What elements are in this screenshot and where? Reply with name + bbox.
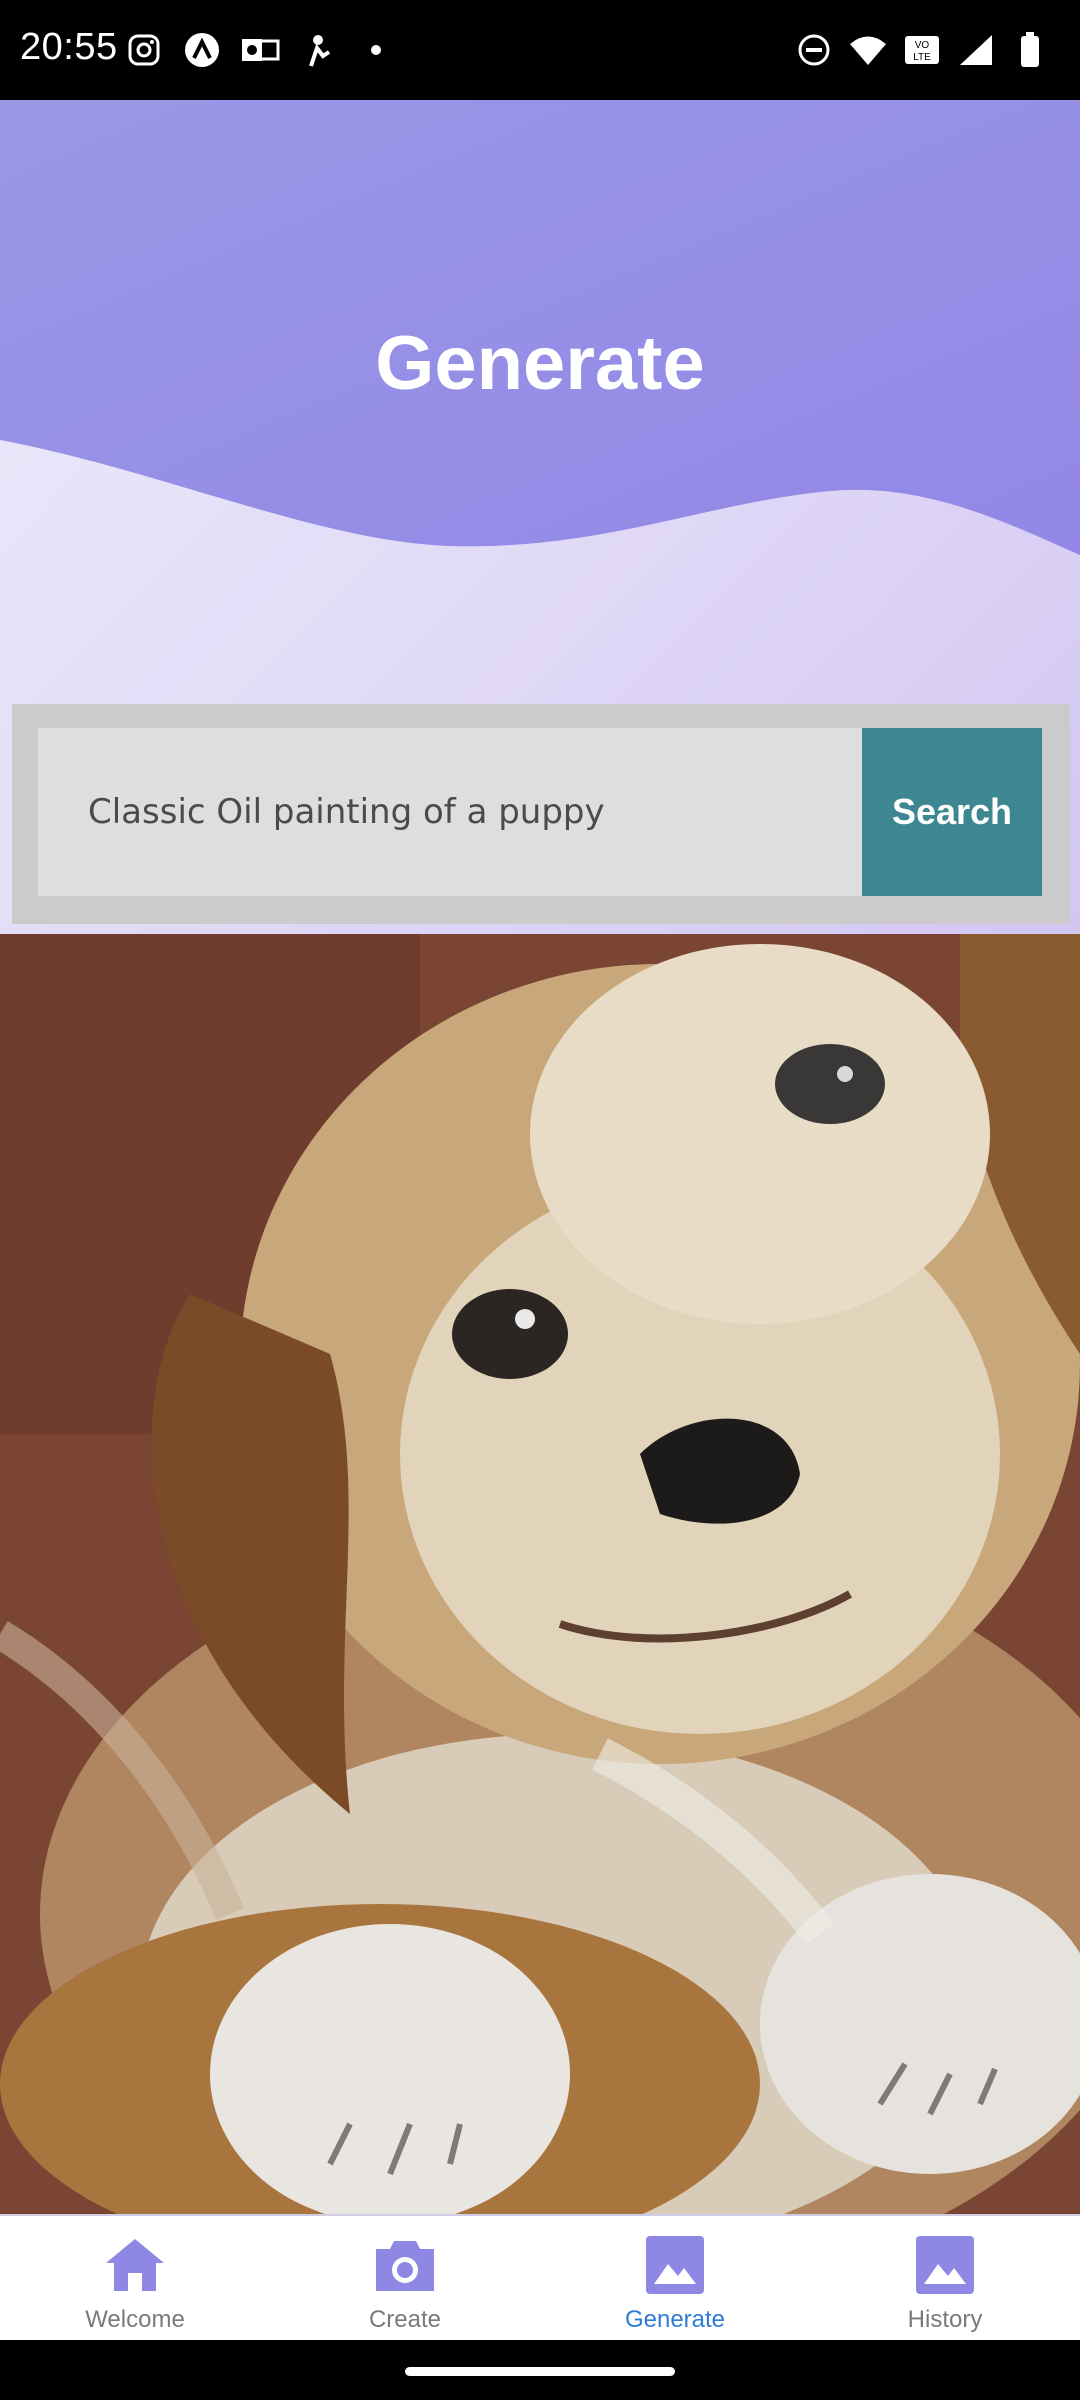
svg-text:LTE: LTE [913,52,931,63]
volte-icon: VO LTE [902,30,942,70]
nav-item-welcome[interactable]: Welcome [0,2216,270,2342]
nav-item-generate[interactable]: Generate [540,2216,810,2342]
battery-icon [1010,30,1050,70]
signal-icon [956,30,996,70]
wifi-icon [848,30,888,70]
status-time: 20:55 [20,26,118,68]
puppy-painting [0,934,1080,2214]
image-icon [640,2230,710,2300]
header-hero: Generate Search [0,100,1080,934]
notification-icon [298,30,338,70]
nav-label-create: Create [368,2306,442,2333]
svg-text:VO: VO [915,40,930,51]
nav-item-history[interactable]: History [810,2216,1080,2342]
gesture-handle[interactable] [405,2367,675,2376]
generated-image [0,934,1080,2214]
outlook-icon [240,30,280,70]
status-bar: 20:55 VO LTE [0,0,1080,100]
app-icon [182,30,222,70]
more-notifications-icon [356,30,396,70]
dnd-icon [794,30,834,70]
prompt-input[interactable] [38,728,862,896]
app-content: Generate Search [0,100,1080,2214]
image-icon [910,2230,980,2300]
nav-item-create[interactable]: Create [270,2216,540,2342]
camera-icon [370,2230,440,2300]
instagram-icon [124,30,164,70]
bottom-navigation: Welcome Create Generate History [0,2214,1080,2342]
page-title: Generate [375,321,705,406]
nav-label-welcome: Welcome [85,2306,185,2333]
nav-label-history: History [907,2306,983,2333]
home-icon [100,2230,170,2300]
nav-label-generate: Generate [624,2306,726,2333]
search-button[interactable]: Search [862,728,1042,896]
status-left-icons [124,30,396,70]
status-right-icons: VO LTE [794,30,1050,70]
